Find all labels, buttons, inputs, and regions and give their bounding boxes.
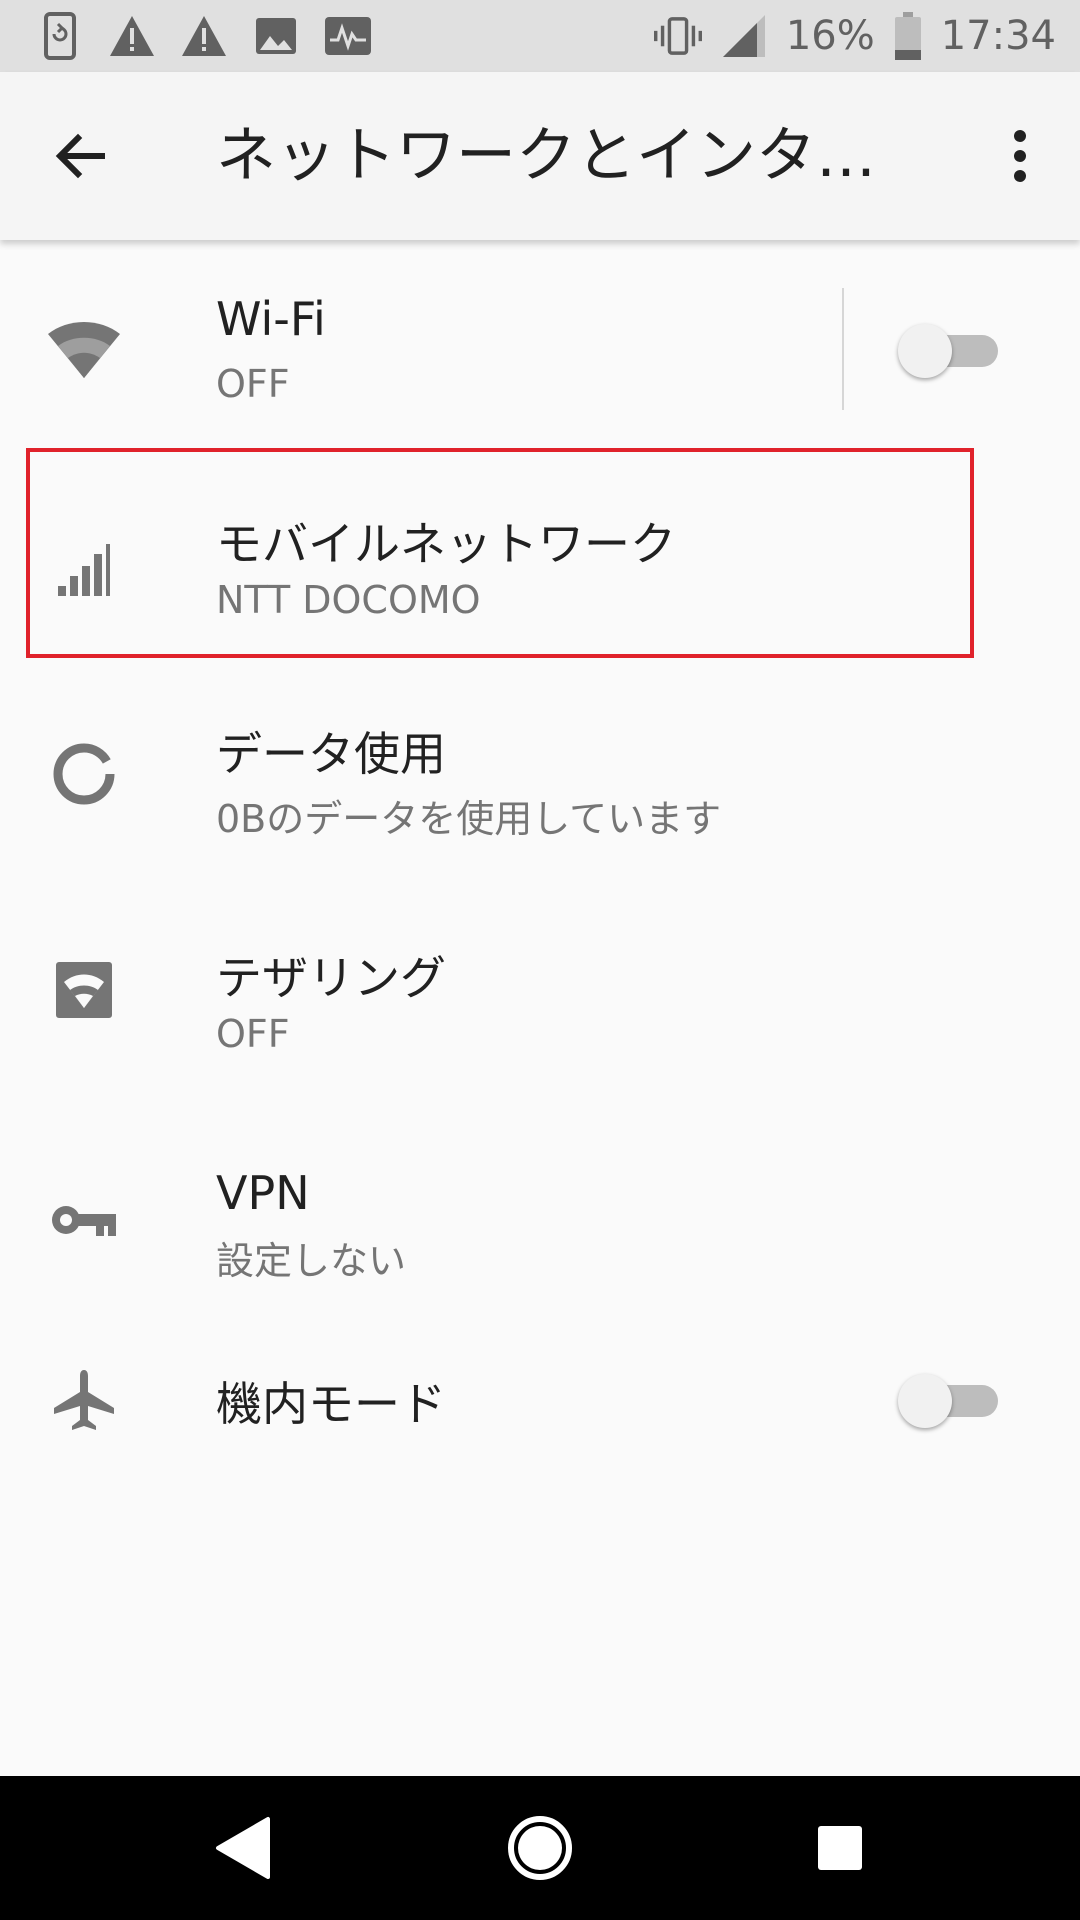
highlight-box [26,448,974,658]
wifi-toggle[interactable] [898,314,1008,384]
clock: 17:34 [940,13,1056,59]
tethering-summary: OFF [216,1012,290,1056]
battery-percent: 16% [785,13,875,59]
nav-recents-icon[interactable] [790,1798,890,1898]
airplane-icon [40,1356,128,1444]
list-item-data-usage[interactable]: データ使用 0Bのデータを使用しています [0,660,1080,878]
vpn-summary: 設定しない [216,1239,407,1283]
battery-icon [893,12,923,60]
hotspot-icon [40,946,128,1034]
data-usage-title: データ使用 [216,727,446,781]
data-usage-icon [40,730,128,818]
data-usage-summary: 0Bのデータを使用しています [216,797,722,841]
nav-back-icon[interactable] [192,1798,292,1898]
vpn-title: VPN [216,1166,310,1220]
list-item-vpn[interactable]: VPN 設定しない [0,1100,1080,1318]
app-bar: ネットワークとインター... [0,72,1080,240]
back-arrow-icon[interactable] [40,116,120,196]
page-title: ネットワークとインター... [216,121,916,191]
nav-home-icon[interactable] [490,1798,590,1898]
warning-icon [108,12,156,60]
screen-rotation-icon [36,12,84,60]
image-icon [252,12,300,60]
warning-icon [180,12,228,60]
more-options-icon[interactable] [980,116,1060,196]
wifi-icon [40,306,128,394]
list-item-tethering[interactable]: テザリング OFF [0,880,1080,1098]
tethering-title: テザリング [216,951,446,1005]
status-bar: 16% 17:34 [0,0,1080,72]
vibrate-icon [653,12,702,60]
airplane-mode-title: 機内モード [216,1377,446,1431]
activity-icon [324,12,372,60]
wifi-title: Wi-Fi [216,292,326,346]
switch-thumb [898,324,952,378]
key-icon [40,1176,128,1264]
airplane-mode-toggle[interactable] [898,1364,1008,1434]
wifi-summary: OFF [216,362,290,406]
navigation-bar [0,1776,1080,1920]
divider [842,288,844,410]
switch-thumb [898,1374,952,1428]
cell-signal-icon [720,12,768,60]
